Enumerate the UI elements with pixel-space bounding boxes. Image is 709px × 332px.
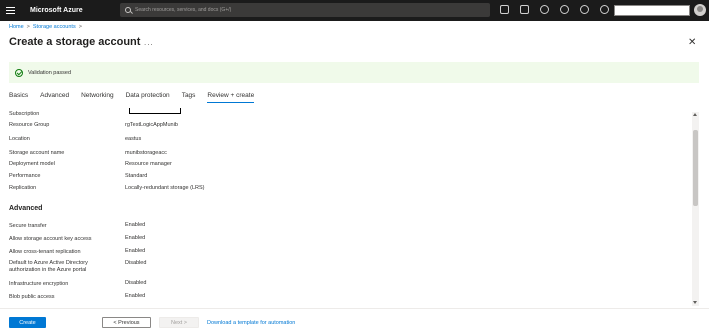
download-template-link[interactable]: Download a template for automation (207, 320, 295, 326)
summary-label: Resource Group (9, 122, 50, 128)
summary-label: Infrastructure encryption (9, 281, 69, 287)
tab-basics[interactable]: Basics (9, 92, 28, 103)
brand-label[interactable]: Microsoft Azure (30, 7, 118, 14)
avatar[interactable] (694, 4, 706, 16)
wizard-tabs: Basics Advanced Networking Data protecti… (9, 92, 266, 103)
tab-review-create[interactable]: Review + create (207, 92, 254, 103)
footer-bar: Create < Previous Next > Download a temp… (0, 308, 709, 332)
summary-value: rgTestLogicAppMunib (125, 122, 178, 128)
success-check-icon (15, 68, 23, 77)
settings-icon[interactable] (560, 5, 569, 14)
summary-value: Disabled (125, 260, 147, 266)
summary-label: Storage account name (9, 150, 65, 156)
tab-advanced[interactable]: Advanced (40, 92, 69, 103)
top-icon-group (500, 5, 609, 14)
subscription-value-redacted (129, 108, 181, 114)
summary-value: Enabled (125, 222, 146, 228)
summary-value: Disabled (125, 280, 147, 286)
summary-label: Secure transfer (9, 223, 47, 229)
feedback-icon[interactable] (600, 5, 609, 14)
summary-value: Resource manager (125, 161, 172, 167)
create-button[interactable]: Create (9, 317, 46, 328)
notifications-icon[interactable] (540, 5, 549, 14)
summary-label: Blob public access (9, 294, 55, 300)
summary-value: Enabled (125, 248, 146, 254)
summary-label: Performance (9, 173, 41, 179)
global-search-input[interactable]: Search resources, services, and docs (G+… (120, 3, 490, 17)
advanced-section-heading: Advanced (9, 205, 43, 212)
page-title: Create a storage account (9, 36, 141, 48)
summary-label: Allow cross-tenant replication (9, 249, 81, 255)
validation-banner: Validation passed (9, 62, 699, 83)
breadcrumb-separator: > (78, 24, 82, 30)
directory-filter-icon[interactable] (520, 5, 529, 14)
breadcrumb-home[interactable]: Home (9, 24, 24, 30)
previous-button[interactable]: < Previous (102, 317, 151, 328)
top-bar: Microsoft Azure Search resources, servic… (0, 0, 709, 21)
scroll-up-icon[interactable] (693, 113, 697, 116)
breadcrumb-storage-accounts[interactable]: Storage accounts (33, 24, 76, 30)
search-icon (125, 7, 131, 13)
scrollbar-thumb[interactable] (693, 130, 698, 206)
summary-label: Subscription (9, 111, 40, 117)
summary-value: Locally-redundant storage (LRS) (125, 185, 205, 191)
summary-value: eastus (125, 136, 142, 142)
cloud-shell-icon[interactable] (500, 5, 509, 14)
validation-text: Validation passed (28, 69, 72, 76)
summary-value: munibstorageacc (125, 150, 167, 156)
breadcrumb-separator: > (26, 24, 30, 30)
account-name-redacted[interactable] (614, 5, 690, 16)
menu-icon[interactable] (0, 0, 21, 21)
summary-value: Enabled (125, 293, 146, 299)
more-options-icon[interactable]: ... (144, 38, 154, 47)
summary-label: Default to Azure Active Directory author… (9, 260, 88, 273)
next-button[interactable]: Next > (159, 317, 199, 328)
summary-label: Allow storage account key access (9, 236, 92, 242)
tab-tags[interactable]: Tags (182, 92, 196, 103)
tab-networking[interactable]: Networking (81, 92, 114, 103)
scroll-down-icon[interactable] (693, 301, 697, 304)
tab-data-protection[interactable]: Data protection (126, 92, 170, 103)
close-icon[interactable]: ✕ (688, 37, 696, 48)
review-summary: Subscription Resource Group rgTestLogicA… (0, 108, 700, 306)
search-placeholder: Search resources, services, and docs (G+… (135, 7, 232, 13)
breadcrumb: Home > Storage accounts > (9, 24, 82, 30)
summary-label: Deployment model (9, 161, 55, 167)
summary-label: Location (9, 136, 30, 142)
summary-label: Replication (9, 185, 37, 191)
summary-value: Standard (125, 173, 148, 179)
help-icon[interactable] (580, 5, 589, 14)
summary-value: Enabled (125, 235, 146, 241)
